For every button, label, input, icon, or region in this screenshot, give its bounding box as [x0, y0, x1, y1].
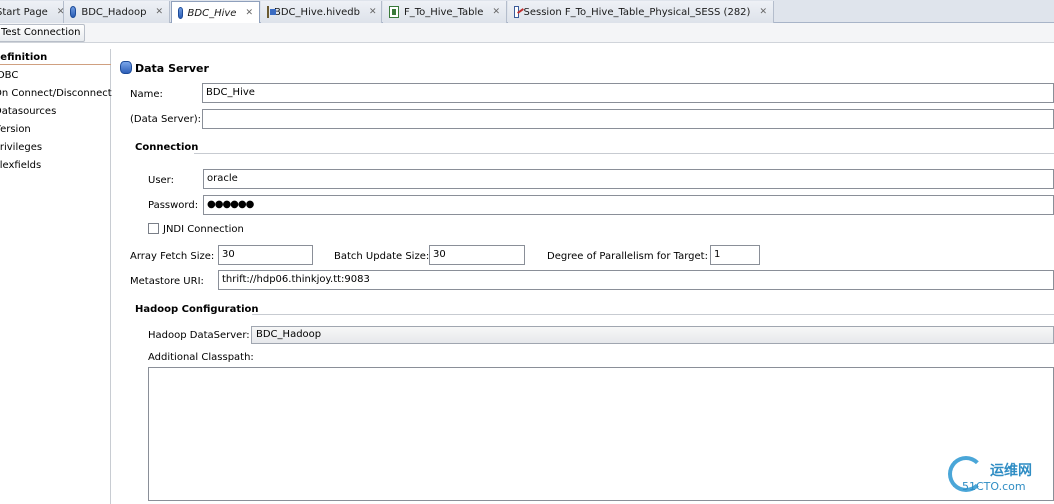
hadoop-ds-value: BDC_Hadoop — [256, 329, 322, 340]
data-server-editor: Data Server Name: BDC_Hive (Data Server)… — [112, 49, 1054, 504]
section-divider — [194, 153, 1054, 154]
tab-bdc-hive[interactable]: BDC_Hive ✕ — [171, 1, 260, 24]
tab-label: F_To_Hive_Table — [403, 6, 484, 18]
mapping-icon — [389, 6, 399, 18]
nav-item-privileges[interactable]: Privileges — [0, 142, 42, 153]
tab-label: Session F_To_Hive_Table_Physical_SESS (2… — [523, 6, 751, 18]
jndi-checkbox[interactable] — [148, 223, 159, 234]
nav-item-on-connect[interactable]: On Connect/Disconnect — [0, 88, 112, 99]
classpath-label: Additional Classpath: — [148, 352, 254, 363]
close-icon[interactable]: ✕ — [245, 8, 253, 18]
metastore-field[interactable]: thrift://hdp06.thinkjoy.tt:9083 — [218, 270, 1054, 290]
close-icon[interactable]: ✕ — [492, 7, 500, 17]
model-icon — [267, 6, 276, 18]
tab-bdc-hadoop[interactable]: BDC_Hadoop ✕ — [64, 1, 170, 23]
hadoop-ds-label: Hadoop DataServer: — [148, 330, 250, 341]
watermark-logo: 运维网 51CTO.com — [946, 456, 1050, 500]
jndi-label: JNDI Connection — [163, 224, 244, 235]
close-icon[interactable]: ✕ — [369, 7, 377, 17]
tab-label: BDC_Hive.hivedb — [274, 6, 360, 18]
tab-label: BDC_Hive — [187, 7, 237, 19]
section-divider — [252, 314, 1054, 315]
classpath-textarea[interactable] — [148, 367, 1054, 501]
watermark-cn: 运维网 — [990, 463, 1032, 479]
definition-nav: Definition JDBC On Connect/Disconnect Da… — [0, 49, 112, 504]
nav-item-jdbc[interactable]: JDBC — [0, 70, 18, 81]
tab-label: Start Page — [0, 6, 48, 18]
watermark-en: 51CTO.com — [962, 480, 1026, 493]
name-field[interactable]: BDC_Hive — [202, 83, 1054, 103]
tab-start-page[interactable]: Start Page ✕ — [0, 1, 64, 23]
parallelism-field[interactable]: 1 — [710, 245, 760, 265]
tab-label: BDC_Hadoop — [81, 6, 147, 18]
database-icon — [120, 61, 132, 74]
nav-item-version[interactable]: Version — [0, 124, 31, 135]
user-label: User: — [148, 175, 174, 186]
nav-item-flexfields[interactable]: Flexfields — [0, 160, 41, 171]
parallelism-label: Degree of Parallelism for Target: — [547, 251, 708, 262]
tab-bdc-hive-hivedb[interactable]: BDC_Hive.hivedb ✕ — [261, 1, 382, 23]
nav-item-definition[interactable]: Definition — [0, 52, 111, 65]
close-icon[interactable]: ✕ — [759, 7, 767, 17]
hadoop-ds-select[interactable]: BDC_Hadoop — [251, 326, 1054, 344]
database-icon — [70, 6, 77, 18]
database-icon — [178, 7, 183, 19]
page-title: Data Server — [135, 62, 209, 75]
dataserver-field[interactable] — [202, 109, 1054, 129]
editor-toolbar: Test Connection — [0, 23, 1054, 43]
batch-update-field[interactable]: 30 — [429, 245, 525, 265]
hadoop-section-title: Hadoop Configuration — [135, 304, 259, 315]
name-label: Name: — [130, 89, 163, 100]
password-label: Password: — [148, 200, 199, 211]
password-field[interactable]: ●●●●●● — [203, 195, 1054, 215]
array-fetch-label: Array Fetch Size: — [130, 251, 215, 262]
tab-session[interactable]: Session F_To_Hive_Table_Physical_SESS (2… — [508, 1, 774, 23]
test-connection-button[interactable]: Test Connection — [0, 24, 86, 42]
editor-tab-bar: Start Page ✕ BDC_Hadoop ✕ BDC_Hive ✕ BDC… — [0, 0, 1054, 24]
connection-section-title: Connection — [135, 142, 199, 153]
close-icon[interactable]: ✕ — [155, 7, 163, 17]
user-field[interactable]: oracle — [203, 169, 1054, 189]
metastore-label: Metastore URI: — [130, 276, 204, 287]
tab-f-to-hive-table[interactable]: F_To_Hive_Table ✕ — [383, 1, 507, 23]
dataserver-label: (Data Server): — [130, 114, 202, 125]
array-fetch-field[interactable]: 30 — [218, 245, 313, 265]
batch-update-label: Batch Update Size: — [334, 251, 430, 262]
nav-item-datasources[interactable]: Datasources — [0, 106, 56, 117]
session-icon — [514, 6, 519, 18]
